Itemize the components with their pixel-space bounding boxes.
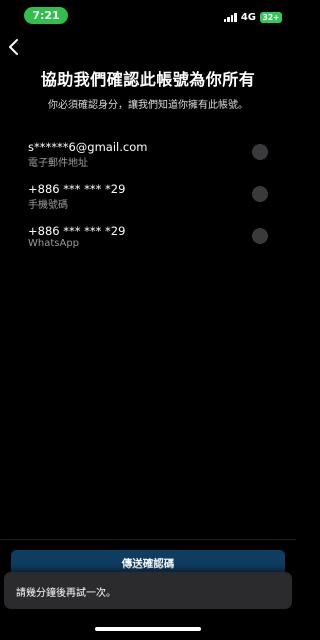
radio-button[interactable] [252, 186, 268, 202]
option-type-label: 電子郵件地址 [28, 158, 88, 169]
option-type-label: 手機號碼 [28, 200, 68, 211]
radio-button[interactable] [252, 228, 268, 244]
option-value: s******6@gmail.com [28, 140, 148, 154]
home-indicator[interactable] [95, 627, 201, 631]
network-label: 4G [240, 11, 256, 23]
option-whatsapp[interactable]: +886 *** *** *29 WhatsApp [28, 224, 272, 256]
option-value: +886 *** *** *29 [28, 224, 126, 238]
status-time: 7:21 [24, 7, 68, 24]
option-type-label: WhatsApp [28, 238, 80, 249]
option-phone[interactable]: +886 *** *** *29 手機號碼 [28, 182, 272, 214]
option-email[interactable]: s******6@gmail.com 電子郵件地址 [28, 140, 272, 172]
toast-message: 請幾分鐘後再試一次。 [16, 588, 116, 599]
page-subtitle: 你必須確認身分，讓我們知道你擁有此帳號。 [48, 100, 248, 111]
page-title: 協助我們確認此帳號為你所有 [40, 70, 256, 89]
signal-icon [223, 12, 237, 22]
radio-button[interactable] [252, 144, 268, 160]
status-bar: 7:21 4G 32+ [0, 0, 296, 30]
status-indicators: 4G 32+ [223, 10, 282, 24]
chevron-left-icon [9, 39, 18, 55]
back-button[interactable] [6, 37, 24, 57]
footer-divider [0, 539, 296, 540]
toast: 請幾分鐘後再試一次。 [4, 572, 292, 609]
option-value: +886 *** *** *29 [28, 182, 126, 196]
battery-icon: 32+ [260, 11, 282, 23]
